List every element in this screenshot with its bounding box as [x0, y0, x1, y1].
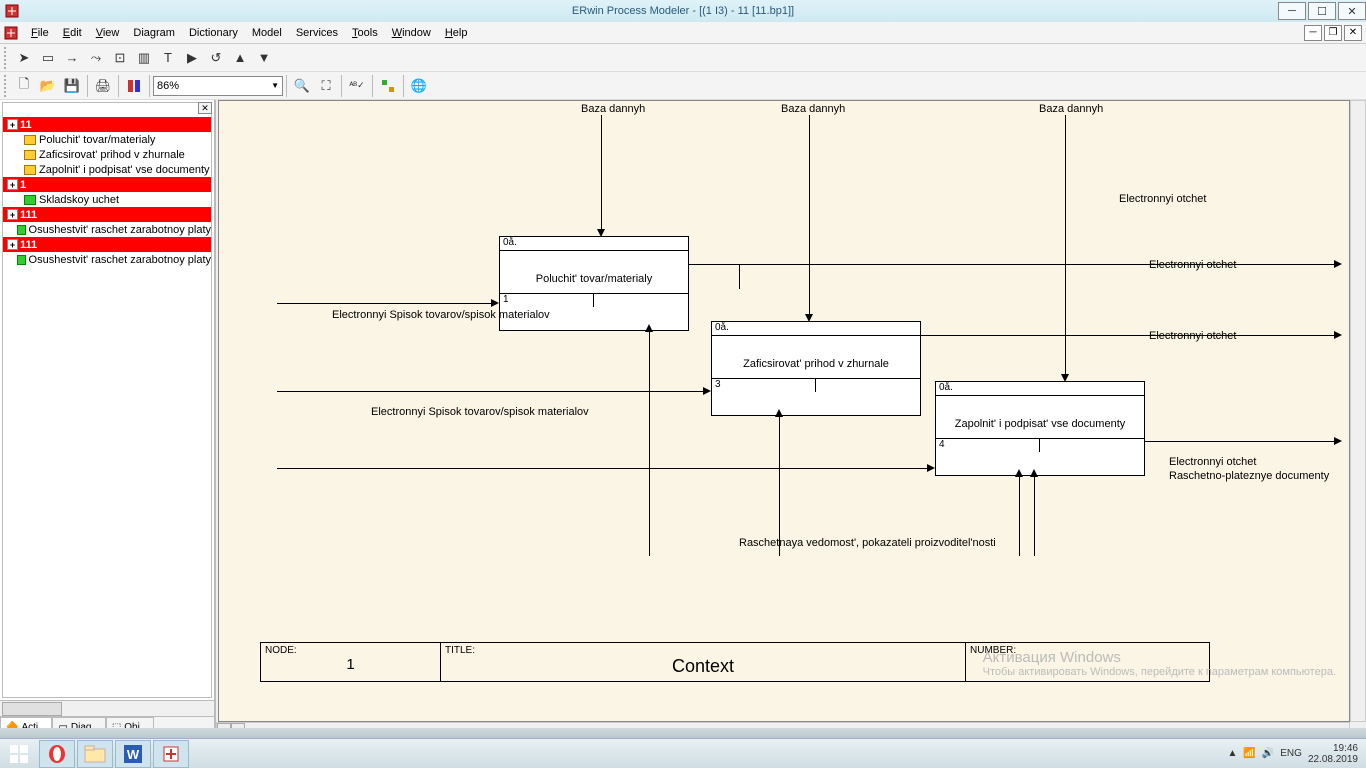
new-icon[interactable]: 🗋	[13, 75, 35, 97]
label-baza3: Baza dannyh	[1039, 103, 1103, 115]
arrow-tool-icon[interactable]: →	[61, 47, 83, 69]
tree-item[interactable]: Skladskoy uchet	[3, 192, 211, 207]
maximize-button[interactable]: ☐	[1308, 2, 1336, 20]
zoom-input[interactable]	[157, 80, 271, 92]
taskbar-opera-icon[interactable]	[39, 740, 75, 768]
model-explorer: ✕ +11 Poluchit' tovar/materialy Zaficsir…	[0, 100, 216, 738]
label-rasplat: Raschetno-plateznye documenty	[1169, 470, 1329, 482]
label-eotchet-3: Electronnyi otchet	[1169, 456, 1256, 468]
external-ref-icon[interactable]: ⊡	[109, 47, 131, 69]
data-store-icon[interactable]: ▥	[133, 47, 155, 69]
label-rasved: Raschetnaya vedomost', pokazateli proizv…	[739, 537, 996, 549]
minimize-button[interactable]: ─	[1278, 2, 1306, 20]
tree-node-1[interactable]: +1	[3, 177, 211, 192]
menubar: File Edit View Diagram Dictionary Model …	[0, 22, 1366, 44]
window-title: ERwin Process Modeler - [(1 І3) - 11 [11…	[572, 5, 794, 17]
play-icon[interactable]: ▶	[181, 47, 203, 69]
canvas-area: Baza dannyh Baza dannyh Baza dannyh 0å. …	[216, 100, 1366, 738]
doc-minimize-button[interactable]: ─	[1304, 25, 1322, 41]
menu-model[interactable]: Model	[245, 25, 289, 41]
label-eotchet-0: Electronnyi otchet	[1119, 193, 1206, 205]
label-spisok2: Electronnyi Spisok tovarov/spisok materi…	[371, 406, 589, 418]
tray-clock[interactable]: 19:46 22.08.2019	[1308, 743, 1358, 765]
globe-icon[interactable]: 🌐	[408, 75, 430, 97]
tree-item[interactable]: Osushestvit' raschet zarabotnoy platy	[3, 252, 211, 267]
menu-help[interactable]: Help	[438, 25, 475, 41]
print-icon[interactable]: 🖨	[92, 75, 114, 97]
down-icon[interactable]: ▼	[253, 47, 275, 69]
doc-restore-button[interactable]: ❐	[1324, 25, 1342, 41]
titlebar: ERwin Process Modeler - [(1 І3) - 11 [11…	[0, 0, 1366, 22]
up-icon[interactable]: ▲	[229, 47, 251, 69]
tree-item[interactable]: Zaficsirovat' prihod v zhurnale	[3, 147, 211, 162]
label-eotchet-1: Electronnyi otchet	[1149, 259, 1236, 271]
menu-services[interactable]: Services	[289, 25, 345, 41]
grip[interactable]	[4, 75, 10, 97]
close-button[interactable]: ✕	[1338, 2, 1366, 20]
tree-item[interactable]: Osushestvit' raschet zarabotnoy platy	[3, 222, 211, 237]
svg-text:W: W	[127, 747, 140, 762]
menu-dictionary[interactable]: Dictionary	[182, 25, 245, 41]
model-explorer-icon[interactable]	[377, 75, 399, 97]
label-baza2: Baza dannyh	[781, 103, 845, 115]
tree-item[interactable]: Poluchit' tovar/materialy	[3, 132, 211, 147]
start-button[interactable]	[1, 740, 37, 768]
tree-node-111b[interactable]: +111	[3, 237, 211, 252]
text-tool-icon[interactable]: T	[157, 47, 179, 69]
tray-lang[interactable]: ENG	[1280, 748, 1302, 759]
menu-window[interactable]: Window	[385, 25, 438, 41]
label-baza1: Baza dannyh	[581, 103, 645, 115]
label-eotchet-2: Electronnyi otchet	[1149, 330, 1236, 342]
taskbar-word-icon[interactable]: W	[115, 740, 151, 768]
activity-box-3[interactable]: 0å. Zapolnit' i podpisat' vse documenty …	[935, 381, 1145, 476]
tray-sound-icon[interactable]: 🔊	[1262, 748, 1274, 759]
menu-file[interactable]: File	[24, 25, 56, 41]
menu-diagram[interactable]: Diagram	[126, 25, 182, 41]
menu-edit[interactable]: Edit	[56, 25, 89, 41]
save-icon[interactable]: 💾	[61, 75, 83, 97]
tree-node-11[interactable]: +11	[3, 117, 211, 132]
chevron-down-icon[interactable]: ▼	[271, 81, 279, 90]
grip[interactable]	[4, 47, 10, 69]
tray-network-icon[interactable]: 📶	[1243, 748, 1255, 759]
mdi-icon[interactable]	[4, 26, 18, 40]
zoom-fit-icon[interactable]: ⛶	[315, 75, 337, 97]
spellcheck-icon[interactable]: ᴬᴮ✓	[346, 75, 368, 97]
desktop-wallpaper-strip	[0, 728, 1366, 738]
main-area: ✕ +11 Poluchit' tovar/materialy Zaficsir…	[0, 100, 1366, 738]
open-icon[interactable]: 📂	[37, 75, 59, 97]
canvas-vscroll[interactable]	[1350, 100, 1366, 722]
taskbar: W ▲ 📶 🔊 ENG 19:46 22.08.2019	[0, 738, 1366, 768]
diagram-canvas[interactable]: Baza dannyh Baza dannyh Baza dannyh 0å. …	[218, 100, 1350, 722]
activity-box-2[interactable]: 0å. Zaficsirovat' prihod v zhurnale 3	[711, 321, 921, 416]
tree-node-111a[interactable]: +111	[3, 207, 211, 222]
app-icon	[4, 3, 20, 19]
tree-item[interactable]: Zapolnit' i podpisat' vse documenty	[3, 162, 211, 177]
explorer-hscroll[interactable]	[0, 700, 214, 716]
zoom-in-icon[interactable]: 🔍	[291, 75, 313, 97]
taskbar-explorer-icon[interactable]	[77, 740, 113, 768]
squiggle-tool-icon[interactable]: ⤳	[85, 47, 107, 69]
taskbar-erwin-icon[interactable]	[153, 740, 189, 768]
menu-view[interactable]: View	[89, 25, 127, 41]
label-spisok1: Electronnyi Spisok tovarov/spisok materi…	[332, 309, 550, 321]
activity-tool-icon[interactable]: ▭	[37, 47, 59, 69]
doc-close-button[interactable]: ✕	[1344, 25, 1362, 41]
zoom-combo[interactable]: ▼	[153, 76, 283, 96]
pointer-tool-icon[interactable]: ➤	[13, 47, 35, 69]
tree-view[interactable]: +11 Poluchit' tovar/materialy Zaficsirov…	[2, 102, 212, 698]
tray-chevron-icon[interactable]: ▲	[1227, 748, 1237, 759]
report-icon[interactable]	[123, 75, 145, 97]
undo-icon[interactable]: ↺	[205, 47, 227, 69]
explorer-close-button[interactable]: ✕	[198, 102, 212, 114]
title-block: NODE: 1 TITLE: Context NUMBER:	[260, 642, 1210, 682]
menu-tools[interactable]: Tools	[345, 25, 385, 41]
